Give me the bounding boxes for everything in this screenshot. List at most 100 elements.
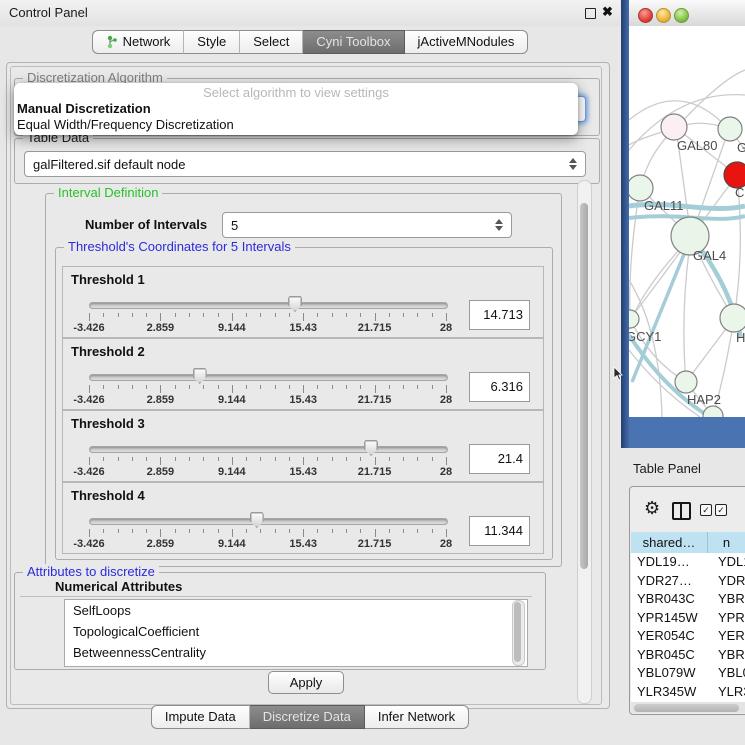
threshold-3-panel: Threshold 3 -3.4262.8599.14415.4321.7152…: [62, 410, 544, 482]
tab-discretize-data[interactable]: Discretize Data: [250, 705, 365, 729]
option-manual-discretization[interactable]: Manual Discretization: [14, 101, 578, 117]
network-graph: GAL80 G C GAL11 GAL4 GCY1 H HAP2: [629, 26, 745, 417]
tab-style[interactable]: Style: [184, 30, 240, 54]
table-cell[interactable]: YBL079W: [631, 664, 713, 683]
table-row[interactable]: YDR27…YDR2: [631, 572, 745, 591]
column-header-name[interactable]: n: [708, 532, 745, 553]
slider-scale-labels: -3.4262.8599.14415.4321.71528: [89, 466, 446, 478]
slider-thumb[interactable]: [364, 440, 378, 456]
tab-infer-network[interactable]: Infer Network: [365, 705, 469, 729]
svg-text:GAL11: GAL11: [644, 198, 684, 213]
network-canvas[interactable]: GAL80 G C GAL11 GAL4 GCY1 H HAP2: [629, 26, 745, 417]
attribute-list-item[interactable]: BetweennessCentrality: [65, 642, 527, 663]
table-cell[interactable]: YPR1: [713, 609, 745, 628]
table-cell[interactable]: YBL0: [713, 664, 745, 683]
threshold-4-slider[interactable]: [89, 518, 448, 525]
split-columns-icon[interactable]: [672, 502, 691, 520]
slider-scale-labels: -3.4262.8599.14415.4321.71528: [89, 322, 446, 334]
checkbox-icon[interactable]: ✓: [700, 504, 712, 516]
scale-label: 21.715: [358, 466, 392, 478]
thresholds-group-title: Threshold's Coordinates for 5 Intervals: [64, 239, 295, 254]
svg-text:GAL80: GAL80: [677, 138, 717, 153]
threshold-3-slider[interactable]: [89, 446, 448, 453]
table-cell[interactable]: YDL19…: [631, 553, 713, 572]
scale-label: 2.859: [147, 322, 175, 334]
table-cell[interactable]: YBR043C: [631, 590, 713, 609]
threshold-4-value-field[interactable]: 11.344: [469, 516, 530, 546]
scale-label: 2.859: [147, 466, 175, 478]
table-row[interactable]: YBR043CYBR0: [631, 590, 745, 609]
table-row[interactable]: YBR045CYBR0: [631, 646, 745, 665]
slider-scale-labels: -3.4262.8599.14415.4321.71528: [89, 538, 446, 550]
slider-scale-labels: -3.4262.8599.14415.4321.71528: [89, 394, 446, 406]
attribute-list-item[interactable]: SelfLoops: [65, 600, 527, 621]
tab-impute-data[interactable]: Impute Data: [151, 705, 250, 729]
table-cell[interactable]: YER054C: [631, 627, 713, 646]
slider-ticks: [89, 529, 446, 538]
table-cell[interactable]: YLR345W: [631, 683, 713, 702]
threshold-3-value-field[interactable]: 21.4: [469, 444, 530, 474]
table-cell[interactable]: YBR0: [713, 590, 745, 609]
attribute-list-item[interactable]: TopologicalCoefficient: [65, 621, 527, 642]
tab-cyni-toolbox[interactable]: Cyni Toolbox: [303, 30, 404, 54]
attributes-list-scrollbar[interactable]: [512, 600, 525, 666]
tab-jactivemnodules[interactable]: jActiveMNodules: [405, 30, 529, 54]
table-data-combobox[interactable]: galFiltered.sif default node: [24, 151, 586, 177]
table-row[interactable]: YPR145WYPR1: [631, 609, 745, 628]
control-panel-titlebar: Control Panel ✖: [0, 0, 620, 26]
scrollbar-thumb[interactable]: [580, 203, 588, 569]
window-title: Control Panel: [9, 5, 88, 20]
option-equal-width-frequency[interactable]: Equal Width/Frequency Discretization: [14, 117, 578, 133]
minimize-traffic-light-icon[interactable]: [656, 8, 671, 23]
table-row[interactable]: YBL079WYBL0: [631, 664, 745, 683]
apply-button[interactable]: Apply: [268, 671, 344, 694]
close-icon[interactable]: ✖: [602, 4, 613, 20]
gear-icon[interactable]: ⚙: [644, 499, 660, 517]
scale-label: 15.43: [289, 538, 317, 550]
svg-text:GCY1: GCY1: [629, 329, 661, 344]
node-hap2[interactable]: [675, 371, 697, 393]
table-cell[interactable]: YBR045C: [631, 646, 713, 665]
scale-label: -3.426: [73, 394, 104, 406]
table-body: YDL19…YDL1YDR27…YDR2YBR043CYBR0YPR145WYP…: [631, 553, 745, 702]
threshold-2-slider[interactable]: [89, 374, 448, 381]
threshold-2-value-field[interactable]: 6.316: [469, 372, 530, 402]
slider-thumb[interactable]: [250, 512, 264, 528]
tab-network[interactable]: Network: [92, 30, 185, 54]
slider-thumb[interactable]: [288, 296, 302, 312]
node-gcy1[interactable]: [629, 310, 639, 328]
table-cell[interactable]: YPR145W: [631, 609, 713, 628]
table-cell[interactable]: YBR0: [713, 646, 745, 665]
table-cell[interactable]: YDR2: [713, 572, 745, 591]
node-h[interactable]: [720, 304, 745, 332]
scale-label: 15.43: [289, 466, 317, 478]
number-of-intervals-spinner[interactable]: 5: [222, 212, 512, 238]
node-partial-g[interactable]: [718, 117, 742, 141]
tab-select[interactable]: Select: [240, 30, 303, 54]
scale-label: 21.715: [358, 322, 392, 334]
threshold-1-slider[interactable]: [89, 302, 448, 309]
table-horizontal-scrollbar[interactable]: [631, 702, 745, 713]
float-window-icon[interactable]: [585, 8, 596, 19]
threshold-1-value-field[interactable]: 14.713: [469, 300, 530, 330]
close-traffic-light-icon[interactable]: [638, 8, 653, 23]
table-cell[interactable]: YDL1: [713, 553, 745, 572]
threshold-4-panel: Threshold 4 -3.4262.8599.14415.4321.7152…: [62, 482, 544, 554]
panel-vertical-scrollbar[interactable]: [577, 180, 592, 704]
interval-definition-title: Interval Definition: [54, 185, 162, 200]
scale-label: 9.144: [218, 538, 246, 550]
slider-thumb[interactable]: [193, 368, 207, 384]
table-row[interactable]: YER054CYER0: [631, 627, 745, 646]
checkbox-icon[interactable]: ✓: [715, 504, 727, 516]
table-cell[interactable]: YLR3: [713, 683, 745, 702]
table-cell[interactable]: YDR27…: [631, 572, 713, 591]
table-cell[interactable]: YER0: [713, 627, 745, 646]
node-gal80[interactable]: [661, 114, 687, 140]
scale-label: 9.144: [218, 322, 246, 334]
column-header-shared[interactable]: shared…: [631, 532, 708, 553]
table-row[interactable]: YDL19…YDL1: [631, 553, 745, 572]
threshold-1-panel: Threshold 1 -3.4262.8599.14415.4321.7152…: [62, 266, 544, 338]
zoom-traffic-light-icon[interactable]: [674, 8, 689, 23]
table-header-row: shared… n: [631, 532, 745, 554]
table-row[interactable]: YLR345WYLR3: [631, 683, 745, 702]
